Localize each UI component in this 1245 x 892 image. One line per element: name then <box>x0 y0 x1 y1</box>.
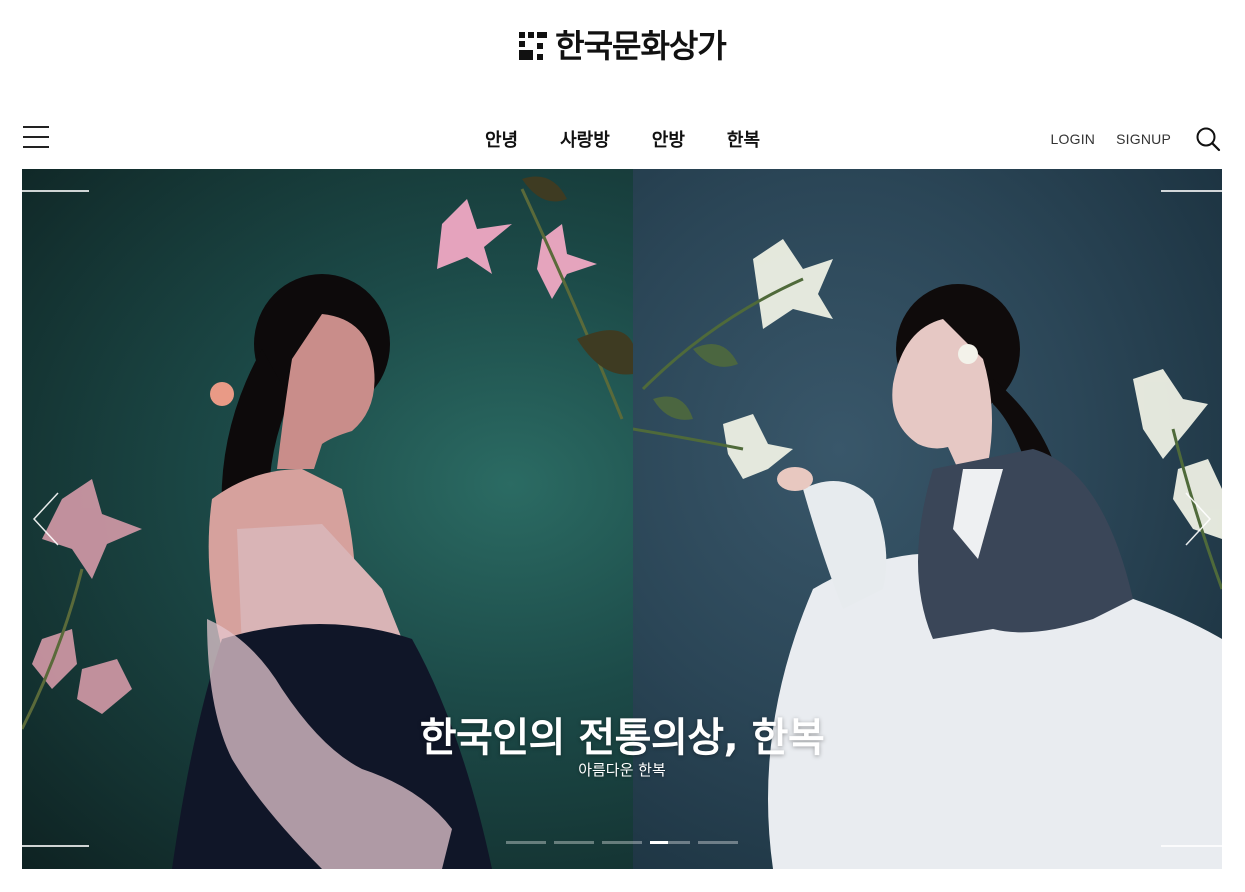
login-link[interactable]: LOGIN <box>1051 131 1096 147</box>
chevron-right-icon[interactable] <box>1180 489 1216 549</box>
chevron-left-icon[interactable] <box>28 489 64 549</box>
corner-line <box>1161 190 1222 192</box>
corner-line <box>22 190 89 192</box>
corner-line <box>22 845 89 847</box>
slide-indicator[interactable] <box>554 841 594 844</box>
logo-mark-icon <box>519 32 548 60</box>
corner-line <box>1161 845 1222 847</box>
signup-link[interactable]: SIGNUP <box>1116 131 1171 147</box>
hero-slider: 한국인의 전통의상, 한복 아름다운 한복 <box>22 169 1222 869</box>
logo-text: 한국문화상가 <box>555 27 727 65</box>
hero-subtitle: 아름다운 한복 <box>578 761 666 779</box>
search-icon[interactable] <box>1195 126 1221 152</box>
auth-links: LOGIN SIGNUP <box>1051 131 1171 147</box>
slider-pagination <box>506 841 738 844</box>
slide-indicator[interactable] <box>698 841 738 844</box>
slide-indicator-active[interactable] <box>650 841 690 844</box>
slide-indicator[interactable] <box>602 841 642 844</box>
nav-item-anbang[interactable]: 안방 <box>652 126 685 152</box>
nav-item-sarangbang[interactable]: 사랑방 <box>560 126 610 152</box>
slide-indicator[interactable] <box>506 841 546 844</box>
nav-item-hanbok[interactable]: 한복 <box>727 126 760 152</box>
site-logo[interactable]: 한국문화상가 <box>0 30 1245 62</box>
nav-item-annyeong[interactable]: 안녕 <box>485 126 518 152</box>
hero-title: 한국인의 전통의상, 한복 <box>419 715 825 761</box>
